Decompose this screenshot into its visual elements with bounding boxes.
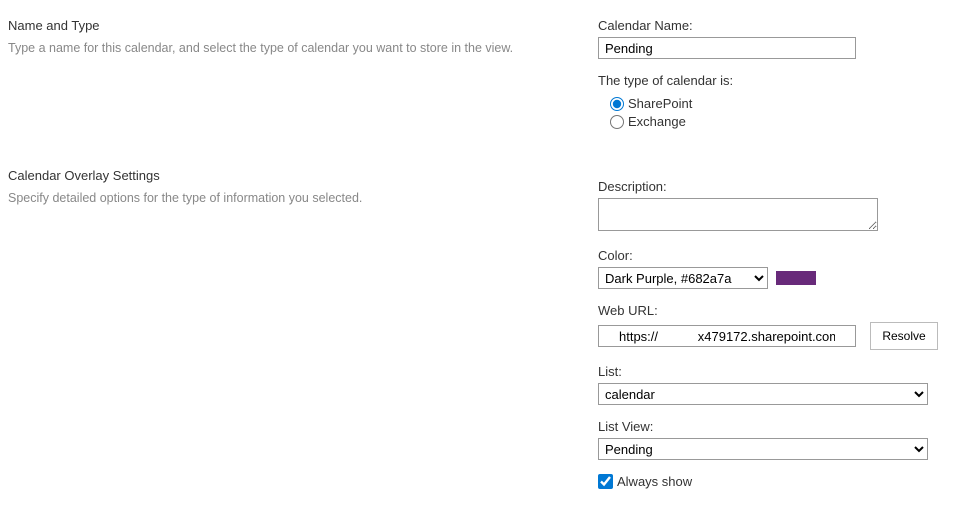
list-label: List: [598, 364, 968, 379]
section-overlay-settings: Calendar Overlay Settings Specify detail… [8, 168, 578, 208]
list-view-field: List View: Pending [598, 419, 968, 460]
radio-exchange[interactable] [610, 115, 624, 129]
list-view-label: List View: [598, 419, 968, 434]
description-input[interactable] [598, 198, 878, 231]
list-view-select[interactable]: Pending [598, 438, 928, 460]
section-desc: Type a name for this calendar, and selec… [8, 39, 578, 58]
calendar-type-label: The type of calendar is: [598, 73, 968, 88]
description-label: Description: [598, 179, 968, 194]
description-field: Description: [598, 179, 968, 234]
calendar-type-field: The type of calendar is: SharePoint Exch… [598, 73, 968, 129]
calendar-name-input[interactable] [598, 37, 856, 59]
web-url-input[interactable] [598, 325, 856, 347]
radio-exchange-label: Exchange [628, 114, 686, 129]
always-show-label: Always show [617, 474, 692, 489]
section-heading: Name and Type [8, 18, 578, 33]
section-heading: Calendar Overlay Settings [8, 168, 578, 183]
always-show-row: Always show [598, 474, 968, 489]
web-url-label: Web URL: [598, 303, 968, 318]
calendar-name-label: Calendar Name: [598, 18, 968, 33]
calendar-name-field: Calendar Name: [598, 18, 968, 59]
list-select[interactable]: calendar [598, 383, 928, 405]
color-select[interactable]: Dark Purple, #682a7a [598, 267, 768, 289]
web-url-field: Web URL: Resolve [598, 303, 968, 350]
resolve-button[interactable]: Resolve [870, 322, 938, 350]
section-name-type: Name and Type Type a name for this calen… [8, 18, 578, 58]
color-field: Color: Dark Purple, #682a7a [598, 248, 968, 289]
color-swatch [776, 271, 816, 285]
radio-sharepoint[interactable] [610, 97, 624, 111]
section-desc: Specify detailed options for the type of… [8, 189, 578, 208]
always-show-checkbox[interactable] [598, 474, 613, 489]
radio-sharepoint-label: SharePoint [628, 96, 692, 111]
list-field: List: calendar [598, 364, 968, 405]
color-label: Color: [598, 248, 968, 263]
